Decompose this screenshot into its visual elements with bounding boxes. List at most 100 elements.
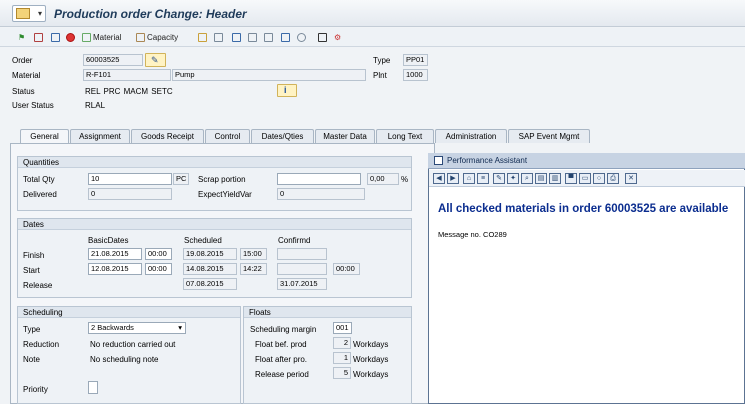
float-after-unit: Workdays — [353, 355, 389, 364]
sequences-icon[interactable] — [232, 31, 243, 44]
finish-confirmed-date — [277, 248, 327, 260]
priority-input[interactable] — [88, 381, 98, 394]
document-icon[interactable] — [34, 31, 45, 44]
magic-icon[interactable]: ✦ — [507, 173, 519, 184]
float-after-label: Float after pro. — [255, 355, 308, 364]
order-label: Order — [12, 56, 33, 65]
scrap-portion-input[interactable] — [277, 173, 361, 185]
float-before-label: Float bef. prod — [255, 340, 307, 349]
reduction-label: Reduction — [23, 340, 60, 349]
material-description-field: Pump — [172, 69, 366, 81]
scheduling-type-select[interactable]: 2 Backwards ▾ — [88, 322, 186, 334]
dates-title: Dates — [18, 219, 411, 230]
finish-basic-time-input[interactable]: 00:00 — [145, 248, 172, 260]
note-value: No scheduling note — [90, 355, 159, 364]
settings-icon[interactable]: ⚙ — [334, 31, 341, 44]
tab-goods-receipt[interactable]: Goods Receipt — [131, 129, 204, 143]
prt-icon[interactable] — [248, 31, 259, 44]
start-scheduled-date: 14.08.2015 — [183, 263, 237, 275]
reduction-value: No reduction carried out — [90, 340, 176, 349]
basic-dates-header: BasicDates — [88, 236, 129, 245]
forward-icon[interactable]: ▶ — [447, 173, 459, 184]
status-label: Status — [12, 87, 35, 96]
menu-icon — [16, 8, 30, 19]
copy-icon[interactable] — [264, 31, 275, 44]
scheduling-margin-label: Scheduling margin — [250, 325, 317, 334]
bookmark-icon[interactable]: ▀ — [565, 173, 577, 184]
start-confirmed-date — [277, 263, 327, 275]
print-icon[interactable]: ⎙ — [607, 173, 619, 184]
tab-general[interactable]: General — [20, 129, 69, 144]
start-confirmed-time: 00:00 — [333, 263, 360, 275]
delivered-label: Delivered — [23, 190, 57, 199]
start-scheduled-time: 14:22 — [240, 263, 267, 275]
material-button[interactable]: Material — [82, 31, 121, 44]
tab-sap-event-mgmt[interactable]: SAP Event Mgmt — [508, 129, 590, 143]
tab-assignment[interactable]: Assignment — [70, 129, 130, 143]
floats-title: Floats — [244, 307, 411, 318]
tab-dates-qties[interactable]: Dates/Qties — [251, 129, 314, 143]
capacity-button[interactable]: Capacity — [136, 31, 178, 44]
home-icon[interactable]: ⌂ — [463, 173, 475, 184]
assistant-message: All checked materials in order 60003525 … — [438, 203, 729, 215]
performance-assistant-window — [428, 153, 745, 404]
total-qty-input[interactable]: 10 — [88, 173, 172, 185]
status-info-button[interactable]: i — [277, 84, 297, 97]
window-icon — [434, 156, 443, 165]
order-field: 60003525 — [83, 54, 143, 66]
search-icon[interactable]: ⌕ — [521, 173, 533, 184]
start-basic-time-input[interactable]: 00:00 — [145, 263, 172, 275]
start-basic-date-input[interactable]: 12.08.2015 — [88, 263, 142, 275]
lightbulb-icon[interactable]: ○ — [593, 173, 605, 184]
stop-icon[interactable] — [66, 31, 77, 44]
calendar-icon[interactable] — [51, 31, 62, 44]
chevron-down-icon: ▾ — [178, 323, 182, 332]
performance-assistant-title: Performance Assistant — [447, 156, 528, 165]
start-label: Start — [23, 266, 40, 275]
page-title: Production order Change: Header — [54, 7, 247, 21]
system-menu-button[interactable]: ▾ — [12, 5, 46, 22]
tab-long-text[interactable]: Long Text — [376, 129, 434, 143]
flag-icon[interactable]: ⚑ — [18, 31, 25, 44]
application-toolbar: ⚑ Material Capacity ⚙ — [0, 28, 745, 47]
finish-scheduled-time: 15:00 — [240, 248, 267, 260]
edit-order-button[interactable]: ✎ — [145, 53, 166, 67]
release-confirmed-date: 31.07.2015 — [277, 278, 327, 290]
delivered-field: 0 — [88, 188, 172, 200]
scheduled-header: Scheduled — [184, 236, 222, 245]
confirmed-header: Confirmd — [278, 236, 311, 245]
table-icon[interactable] — [318, 31, 329, 44]
performance-assistant-toolbar: ◀ ▶ ⌂ ≡ ✎ ✦ ⌕ ▤ ▥ ▀ ▭ ○ ⎙ ✕ — [429, 170, 745, 187]
expect-yield-var-label: ExpectYieldVar — [198, 190, 252, 199]
release-period-label: Release period — [255, 370, 309, 379]
print-preview-icon[interactable]: ▤ — [535, 173, 547, 184]
message-number: Message no. CO289 — [438, 230, 507, 239]
tab-master-data[interactable]: Master Data — [315, 129, 375, 143]
percent-sign: % — [401, 175, 409, 184]
edit-icon[interactable]: ✎ — [493, 173, 505, 184]
tree-icon[interactable]: ≡ — [477, 173, 489, 184]
float-after-field: 1 — [333, 352, 351, 364]
cost-icon[interactable] — [281, 31, 292, 44]
user-status-label: User Status — [12, 101, 54, 110]
book-icon[interactable]: ▥ — [549, 173, 561, 184]
back-icon[interactable]: ◀ — [433, 173, 445, 184]
scheduling-margin-input[interactable]: 001 — [333, 322, 352, 334]
tab-control[interactable]: Control — [205, 129, 250, 143]
unit-field: PC — [173, 173, 189, 185]
note-icon[interactable]: ▭ — [579, 173, 591, 184]
operations-icon[interactable] — [214, 31, 225, 44]
trigger-icon[interactable] — [297, 31, 308, 44]
finish-basic-date-input[interactable]: 21.08.2015 — [88, 248, 142, 260]
tab-administration[interactable]: Administration — [435, 129, 507, 143]
components-icon[interactable] — [198, 31, 209, 44]
plant-label: Plnt — [373, 71, 387, 80]
float-before-unit: Workdays — [353, 340, 389, 349]
close-icon[interactable]: ✕ — [625, 173, 637, 184]
status-value: REL PRC MACM SETC — [85, 87, 173, 96]
type-label: Type — [373, 56, 391, 65]
scrap-portion-label: Scrap portion — [198, 175, 246, 184]
expect-yield-var-field: 0 — [277, 188, 365, 200]
scheduling-type-label: Type — [23, 325, 41, 334]
release-scheduled-date: 07.08.2015 — [183, 278, 237, 290]
